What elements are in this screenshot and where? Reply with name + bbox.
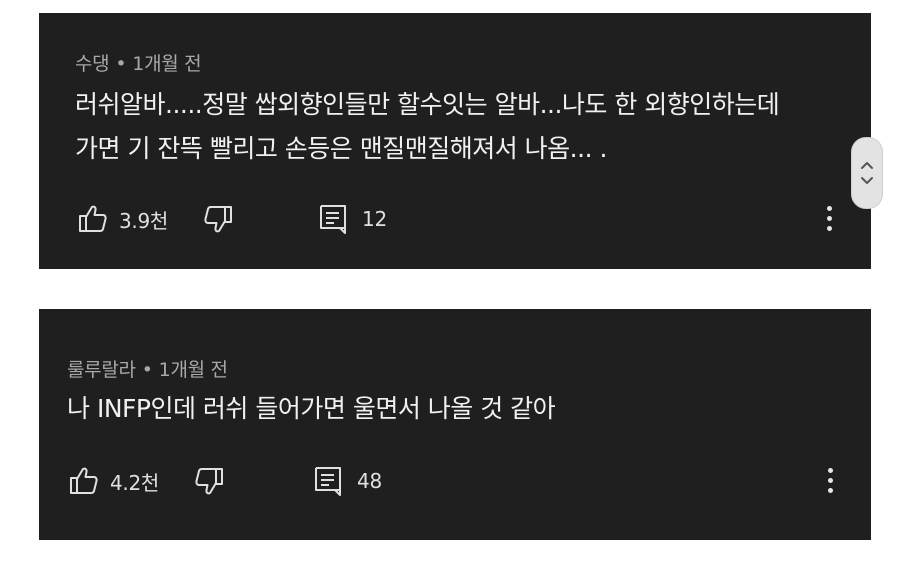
reply-count[interactable]: 12: [362, 207, 387, 231]
comment-author[interactable]: 룰루랄라: [67, 359, 136, 381]
comment-meta: 룰루랄라 • 1개월 전: [67, 355, 228, 382]
comment-actions: 3.9천 12: [77, 203, 387, 235]
thumbs-down-icon[interactable]: [193, 465, 225, 497]
chevron-down-icon[interactable]: [860, 176, 874, 186]
comment-card: 수댕 • 1개월 전 러쉬알바.....정말 쌉외향인들만 할수잇는 알바...나도…: [39, 13, 871, 269]
meta-separator: •: [115, 53, 127, 75]
chevron-up-icon[interactable]: [860, 160, 874, 170]
comment-time[interactable]: 1개월 전: [159, 359, 228, 381]
reply-comment-icon[interactable]: [313, 465, 343, 497]
more-vertical-icon[interactable]: [825, 468, 835, 493]
reply-comment-icon[interactable]: [318, 203, 348, 235]
thumbs-down-icon[interactable]: [202, 203, 234, 235]
more-vertical-icon[interactable]: [824, 206, 834, 231]
comment-text-line: 러쉬알바.....정말 쌉외향인들만 할수잇는 알바...나도 한 외향인하는데: [75, 90, 780, 119]
comment-actions: 4.2천 48: [68, 465, 382, 497]
scroll-navigator[interactable]: [851, 137, 883, 209]
reply-count[interactable]: 48: [357, 469, 382, 493]
comment-text-line: 나 INFP인데 러쉬 들어가면 울면서 나올 것 같아: [67, 394, 556, 423]
comment-time[interactable]: 1개월 전: [132, 53, 201, 75]
comment-meta: 수댕 • 1개월 전: [75, 49, 202, 76]
like-count: 4.2천: [110, 470, 160, 495]
comment-card: 룰루랄라 • 1개월 전 나 INFP인데 러쉬 들어가면 울면서 나올 것 같아 …: [39, 309, 871, 540]
comment-text-line: 가면 기 잔뜩 빨리고 손등은 맨질맨질해져서 나옴... .: [75, 134, 607, 163]
like-count: 3.9천: [119, 208, 169, 233]
thumbs-up-icon[interactable]: [77, 203, 109, 235]
thumbs-up-icon[interactable]: [68, 465, 100, 497]
comment-author[interactable]: 수댕: [75, 53, 110, 75]
meta-separator: •: [141, 359, 153, 381]
